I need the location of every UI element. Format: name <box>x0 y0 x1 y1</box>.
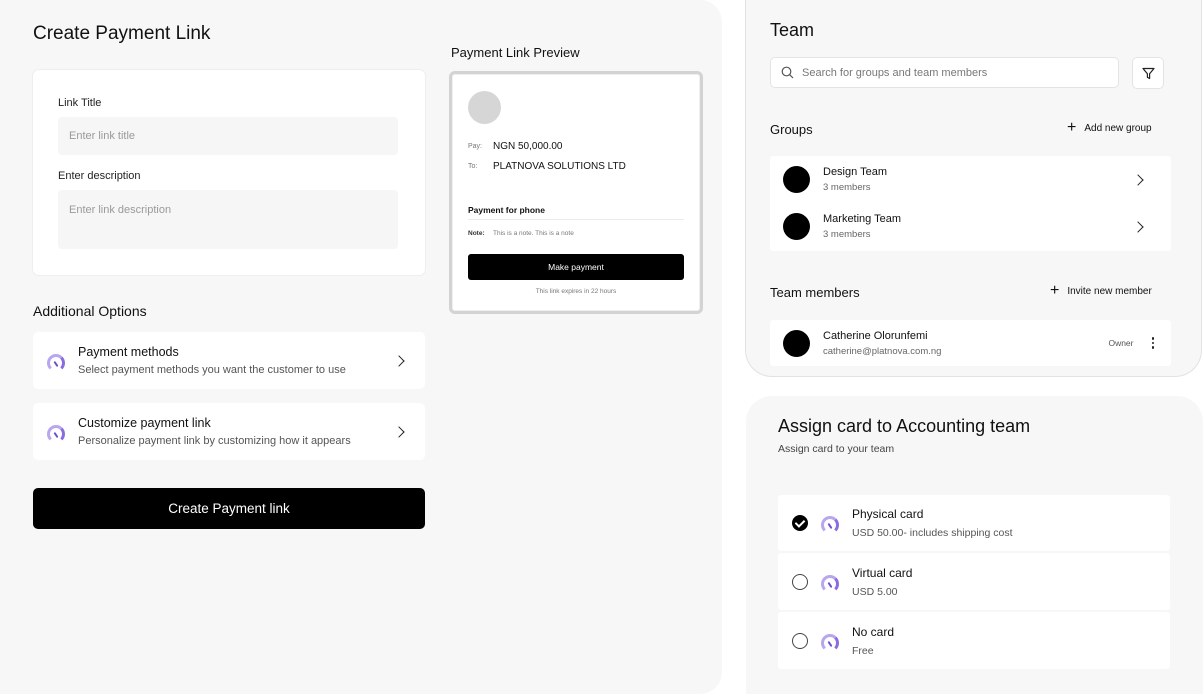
team-title: Team <box>770 20 815 40</box>
card-option-virtual[interactable]: Virtual card USD 5.00 <box>778 553 1170 610</box>
note-value: This is a note. This is a note <box>493 230 574 237</box>
assign-title: Assign card to Accounting team <box>778 416 1031 436</box>
preview-title: Payment Link Preview <box>451 45 580 60</box>
add-group-label: Add new group <box>1084 122 1152 134</box>
card-option-none[interactable]: No card Free <box>778 612 1170 669</box>
to-label: To: <box>468 163 478 170</box>
expiry-text: This link expires in 22 hours <box>535 288 617 295</box>
payment-methods-option[interactable]: Payment methods Select payment methods y… <box>33 332 425 389</box>
group-members: 3 members <box>823 182 871 193</box>
chevron-right-icon <box>1132 220 1144 233</box>
assign-subtitle: Assign card to your team <box>778 443 895 455</box>
card-detail: USD 50.00- includes shipping cost <box>852 527 1013 539</box>
avatar <box>783 329 810 357</box>
gauge-icon <box>821 633 839 652</box>
chevron-right-icon <box>393 354 405 367</box>
link-title-placeholder: Enter link title <box>69 130 136 142</box>
option-subtitle: Personalize payment link by customizing … <box>78 435 351 447</box>
filter-icon <box>1141 67 1155 79</box>
recipient-name: PLATNOVA SOLUTIONS LTD <box>493 161 626 172</box>
invite-member-button[interactable]: + Invite new member <box>1050 282 1152 299</box>
pay-amount: NGN 50,000.00 <box>493 141 563 152</box>
member-name: Catherine Olorunfemi <box>823 329 928 342</box>
team-members-title: Team members <box>770 285 860 300</box>
list-item[interactable]: Marketing Team 3 members <box>770 203 1171 250</box>
card-name: Virtual card <box>852 565 913 580</box>
card-name: Physical card <box>852 507 924 521</box>
plus-icon: + <box>1050 282 1060 299</box>
card-name: No card <box>852 624 895 639</box>
invite-member-label: Invite new member <box>1067 285 1152 297</box>
chevron-right-icon <box>1132 173 1144 186</box>
group-name: Design Team <box>823 166 887 178</box>
card-detail: Free <box>852 644 874 657</box>
plus-icon: + <box>1067 119 1077 136</box>
search-placeholder: Search for groups and team members <box>802 66 988 79</box>
avatar <box>783 166 810 193</box>
search-input[interactable]: Search for groups and team members <box>770 57 1119 88</box>
merchant-avatar <box>468 91 501 124</box>
create-payment-link-panel: Create Payment Link Link Title Enter lin… <box>0 0 722 694</box>
link-title-label: Link Title <box>58 97 102 109</box>
create-payment-link-button[interactable]: Create Payment link <box>33 488 425 529</box>
additional-options-title: Additional Options <box>33 303 147 319</box>
groups-list: Design Team 3 members Marketing Team 3 m… <box>770 156 1171 251</box>
description-placeholder: Enter link description <box>69 204 172 216</box>
card-detail: USD 5.00 <box>852 585 898 598</box>
chevron-right-icon <box>393 425 405 438</box>
search-icon <box>781 66 794 79</box>
payment-link-preview: Pay: NGN 50,000.00 To: PLATNOVA SOLUTION… <box>449 71 703 314</box>
group-name: Marketing Team <box>823 213 902 225</box>
page-title: Create Payment Link <box>33 23 211 44</box>
divider <box>468 219 684 220</box>
note-label: Note: <box>468 230 485 237</box>
option-title: Customize payment link <box>78 416 211 430</box>
gauge-icon <box>47 424 65 443</box>
avatar <box>783 213 810 240</box>
link-title-input[interactable]: Enter link title <box>58 117 398 155</box>
groups-title: Groups <box>770 122 813 137</box>
gauge-icon <box>821 574 839 593</box>
option-title: Payment methods <box>78 345 179 359</box>
radio-checked[interactable] <box>792 515 808 531</box>
table-row[interactable]: Catherine Olorunfemi catherine@platnova.… <box>770 320 1171 366</box>
option-subtitle: Select payment methods you want the cust… <box>78 364 346 376</box>
radio-unchecked[interactable] <box>792 632 808 649</box>
add-group-button[interactable]: + Add new group <box>1067 119 1152 136</box>
pay-label: Pay: <box>468 143 483 150</box>
member-email: catherine@platnova.com.ng <box>823 345 942 357</box>
assign-card-panel: Assign card to Accounting team Assign ca… <box>746 396 1203 694</box>
link-form-card: Link Title Enter link title Enter descri… <box>33 70 425 275</box>
list-item[interactable]: Design Team 3 members <box>770 156 1171 203</box>
radio-unchecked[interactable] <box>792 573 808 590</box>
more-options-icon[interactable] <box>1151 337 1154 349</box>
customize-link-option[interactable]: Customize payment link Personalize payme… <box>33 403 425 460</box>
make-payment-button[interactable]: Make payment <box>468 254 684 280</box>
member-role-badge: Owner <box>1108 338 1134 348</box>
group-members: 3 members <box>823 229 871 240</box>
filter-button[interactable] <box>1132 57 1164 89</box>
description-label: Enter description <box>58 170 141 182</box>
card-option-physical[interactable]: Physical card USD 50.00- includes shippi… <box>778 495 1170 551</box>
team-panel: Team Search for groups and team members … <box>746 0 1201 376</box>
gauge-icon <box>821 516 839 534</box>
description-textarea[interactable]: Enter link description <box>58 190 398 249</box>
payment-heading: Payment for phone <box>468 205 545 215</box>
gauge-icon <box>47 353 65 372</box>
